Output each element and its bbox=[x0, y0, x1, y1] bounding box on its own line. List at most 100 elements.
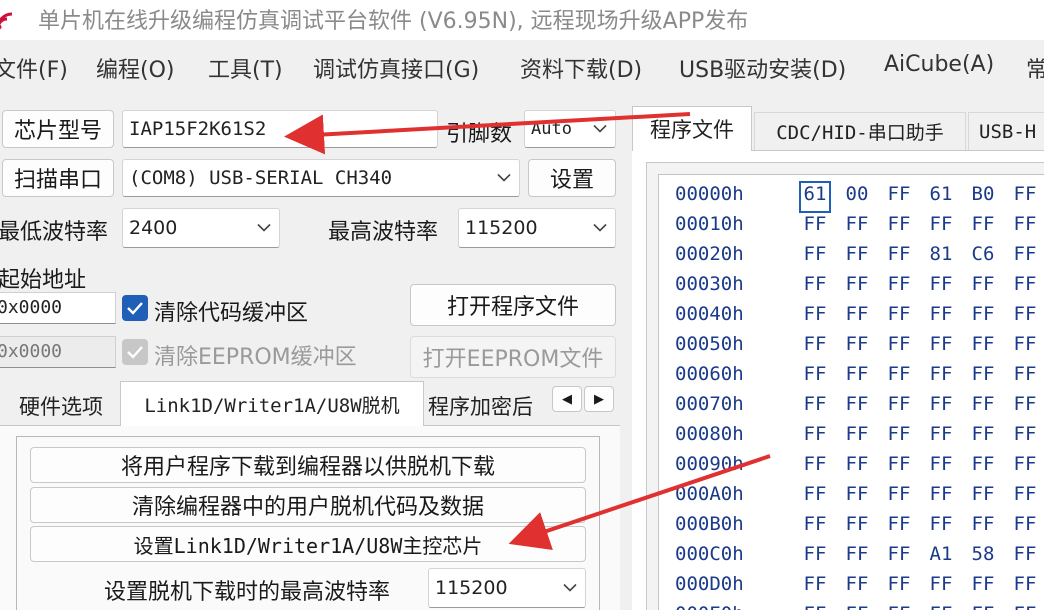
min-baud-select[interactable]: 2400 bbox=[122, 208, 280, 248]
hex-byte[interactable]: FF bbox=[1011, 333, 1039, 355]
hex-byte[interactable]: FF bbox=[801, 603, 829, 610]
hex-byte[interactable]: FF bbox=[969, 573, 997, 595]
hex-byte[interactable]: FF bbox=[1011, 453, 1039, 475]
hex-byte[interactable]: FF bbox=[969, 363, 997, 385]
hex-byte[interactable]: FF bbox=[1011, 573, 1039, 595]
hex-byte[interactable]: FF bbox=[885, 333, 913, 355]
hex-byte[interactable]: FF bbox=[927, 513, 955, 535]
hex-byte[interactable]: FF bbox=[801, 243, 829, 265]
pins-select[interactable]: Auto bbox=[524, 110, 616, 148]
hex-byte[interactable]: FF bbox=[843, 483, 871, 505]
tab-encryption[interactable]: 程序加密后 bbox=[428, 386, 552, 426]
hex-byte[interactable]: FF bbox=[969, 393, 997, 415]
hex-byte[interactable]: FF bbox=[843, 393, 871, 415]
download-to-programmer-button[interactable]: 将用户程序下载到编程器以供脱机下载 bbox=[30, 447, 586, 483]
hex-byte[interactable]: 00 bbox=[843, 183, 871, 205]
hex-byte[interactable]: FF bbox=[843, 453, 871, 475]
hex-byte[interactable]: FF bbox=[885, 603, 913, 610]
open-program-file-button[interactable]: 打开程序文件 bbox=[410, 284, 616, 326]
hex-byte[interactable]: FF bbox=[801, 213, 829, 235]
hex-byte[interactable]: FF bbox=[843, 273, 871, 295]
chip-model-select[interactable]: IAP15F2K61S2 bbox=[122, 110, 438, 148]
hex-byte[interactable]: FF bbox=[969, 273, 997, 295]
serial-port-select[interactable]: (COM8) USB-SERIAL CH340 bbox=[122, 159, 520, 197]
hex-byte[interactable]: C6 bbox=[969, 243, 997, 265]
menu-aicube[interactable]: AiCube(A) bbox=[884, 52, 994, 77]
hex-byte[interactable]: FF bbox=[885, 363, 913, 385]
hex-byte[interactable]: FF bbox=[885, 393, 913, 415]
hex-byte[interactable]: FF bbox=[1011, 213, 1039, 235]
hex-byte[interactable]: FF bbox=[1011, 603, 1039, 610]
hex-byte[interactable]: FF bbox=[885, 243, 913, 265]
hex-byte[interactable]: FF bbox=[1011, 183, 1039, 205]
hex-byte[interactable]: FF bbox=[885, 183, 913, 205]
scan-port-button[interactable]: 扫描串口 bbox=[2, 159, 114, 197]
hex-byte[interactable]: FF bbox=[927, 453, 955, 475]
tab-scroll-left-button[interactable]: ◀ bbox=[552, 386, 582, 412]
hex-byte[interactable]: FF bbox=[1011, 273, 1039, 295]
hex-byte[interactable]: FF bbox=[1011, 483, 1039, 505]
offline-max-baud-select[interactable]: 115200 bbox=[428, 568, 586, 608]
hex-byte[interactable]: FF bbox=[885, 303, 913, 325]
hex-byte[interactable]: FF bbox=[885, 273, 913, 295]
hex-byte[interactable]: FF bbox=[969, 453, 997, 475]
hex-byte[interactable]: FF bbox=[927, 303, 955, 325]
hex-byte[interactable]: FF bbox=[801, 453, 829, 475]
hex-byte[interactable]: FF bbox=[885, 513, 913, 535]
hex-byte[interactable]: FF bbox=[801, 513, 829, 535]
hex-byte[interactable]: FF bbox=[927, 423, 955, 445]
hex-byte[interactable]: FF bbox=[1011, 303, 1039, 325]
clear-code-checkbox[interactable] bbox=[122, 295, 148, 321]
hex-byte[interactable]: FF bbox=[885, 543, 913, 565]
hex-byte[interactable]: FF bbox=[843, 213, 871, 235]
hex-editor[interactable]: 00000h 61 00 FF 61 B0 FF 00010h FF FF FF FF FF FF 0002… bbox=[658, 174, 1044, 610]
hex-byte[interactable]: FF bbox=[843, 303, 871, 325]
hex-byte[interactable]: 81 bbox=[927, 243, 955, 265]
hex-byte[interactable]: FF bbox=[969, 423, 997, 445]
clear-offline-code-button[interactable]: 清除编程器中的用户脱机代码及数据 bbox=[30, 487, 586, 523]
menu-usb-driver[interactable]: USB驱动安装(D) bbox=[679, 52, 846, 84]
hex-byte[interactable]: FF bbox=[843, 573, 871, 595]
hex-byte[interactable]: FF bbox=[801, 333, 829, 355]
hex-byte[interactable]: FF bbox=[927, 573, 955, 595]
hex-byte[interactable]: B0 bbox=[969, 183, 997, 205]
hex-byte[interactable]: FF bbox=[885, 573, 913, 595]
menu-downloads[interactable]: 资料下载(D) bbox=[520, 52, 642, 84]
hex-byte[interactable]: FF bbox=[969, 333, 997, 355]
hex-byte[interactable]: FF bbox=[927, 273, 955, 295]
tab-serial-assistant[interactable]: CDC/HID-串口助手 bbox=[754, 112, 966, 150]
hex-byte[interactable]: FF bbox=[843, 333, 871, 355]
hex-byte[interactable]: A1 bbox=[927, 543, 955, 565]
code-address-input[interactable]: 0x0000 bbox=[0, 292, 116, 324]
hex-byte[interactable]: FF bbox=[801, 303, 829, 325]
hex-byte[interactable]: FF bbox=[801, 363, 829, 385]
hex-byte[interactable]: FF bbox=[885, 483, 913, 505]
hex-byte[interactable]: FF bbox=[969, 303, 997, 325]
menu-program[interactable]: 编程(O) bbox=[96, 52, 174, 84]
tab-hardware-options[interactable]: 硬件选项 bbox=[2, 386, 120, 426]
hex-byte[interactable]: FF bbox=[885, 453, 913, 475]
tab-scroll-right-button[interactable]: ▶ bbox=[584, 386, 614, 412]
tab-usb-hid[interactable]: USB-H bbox=[968, 112, 1044, 150]
hex-byte[interactable]: FF bbox=[843, 513, 871, 535]
hex-byte[interactable]: FF bbox=[801, 423, 829, 445]
hex-byte[interactable]: FF bbox=[801, 483, 829, 505]
hex-byte[interactable]: FF bbox=[843, 603, 871, 610]
menu-debug-interface[interactable]: 调试仿真接口(G) bbox=[313, 52, 479, 84]
hex-byte[interactable]: FF bbox=[1011, 363, 1039, 385]
hex-byte[interactable]: FF bbox=[843, 243, 871, 265]
hex-byte[interactable]: FF bbox=[801, 543, 829, 565]
hex-byte[interactable]: FF bbox=[1011, 243, 1039, 265]
hex-byte[interactable]: FF bbox=[1011, 393, 1039, 415]
hex-byte[interactable]: FF bbox=[801, 573, 829, 595]
hex-byte[interactable]: 61 bbox=[927, 183, 955, 205]
hex-byte[interactable]: FF bbox=[927, 603, 955, 610]
hex-byte[interactable]: FF bbox=[927, 363, 955, 385]
hex-byte[interactable]: FF bbox=[843, 363, 871, 385]
hex-byte[interactable]: FF bbox=[801, 393, 829, 415]
hex-byte[interactable]: FF bbox=[969, 513, 997, 535]
hex-byte[interactable]: FF bbox=[927, 393, 955, 415]
hex-byte[interactable]: FF bbox=[843, 543, 871, 565]
set-master-chip-button[interactable]: 设置Link1D/Writer1A/U8W主控芯片 bbox=[30, 526, 586, 562]
max-baud-select[interactable]: 115200 bbox=[458, 208, 616, 248]
